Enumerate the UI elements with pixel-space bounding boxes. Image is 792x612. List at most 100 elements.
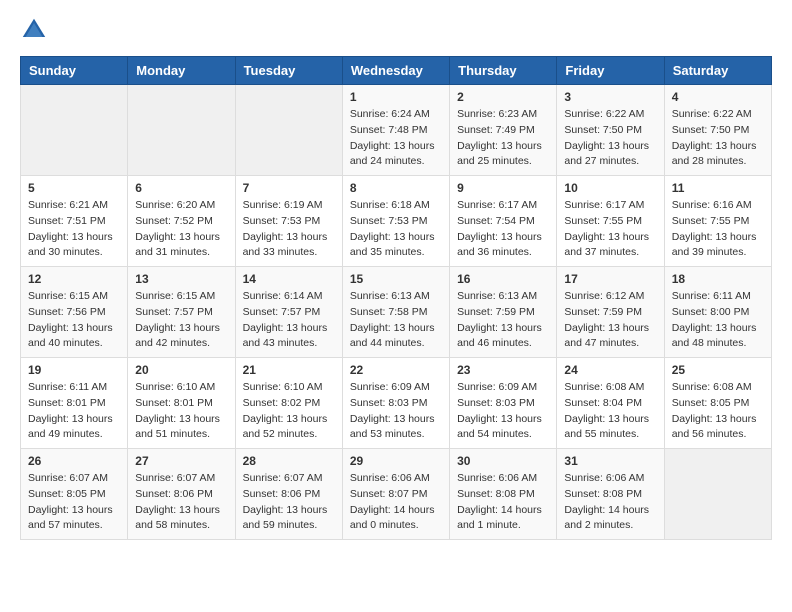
calendar-cell: 22 Sunrise: 6:09 AMSunset: 8:03 PMDayligh…: [342, 358, 449, 449]
day-number: 11: [672, 181, 764, 195]
day-number: 23: [457, 363, 549, 377]
day-number: 2: [457, 90, 549, 104]
calendar-cell: 16 Sunrise: 6:13 AMSunset: 7:59 PMDayligh…: [450, 267, 557, 358]
calendar-cell: 27 Sunrise: 6:07 AMSunset: 8:06 PMDayligh…: [128, 449, 235, 540]
day-info: Sunrise: 6:13 AMSunset: 7:58 PMDaylight:…: [350, 289, 442, 352]
page-header: [20, 16, 772, 44]
day-info: Sunrise: 6:07 AMSunset: 8:05 PMDaylight:…: [28, 471, 120, 534]
day-info: Sunrise: 6:10 AMSunset: 8:02 PMDaylight:…: [243, 380, 335, 443]
day-info: Sunrise: 6:12 AMSunset: 7:59 PMDaylight:…: [564, 289, 656, 352]
day-info: Sunrise: 6:09 AMSunset: 8:03 PMDaylight:…: [457, 380, 549, 443]
day-info: Sunrise: 6:10 AMSunset: 8:01 PMDaylight:…: [135, 380, 227, 443]
day-info: Sunrise: 6:06 AMSunset: 8:07 PMDaylight:…: [350, 471, 442, 534]
day-info: Sunrise: 6:16 AMSunset: 7:55 PMDaylight:…: [672, 198, 764, 261]
day-info: Sunrise: 6:07 AMSunset: 8:06 PMDaylight:…: [135, 471, 227, 534]
day-number: 18: [672, 272, 764, 286]
calendar-body: 1Sunrise: 6:24 AMSunset: 7:48 PMDaylight…: [21, 85, 772, 540]
calendar-cell: 10 Sunrise: 6:17 AMSunset: 7:55 PMDayligh…: [557, 176, 664, 267]
day-number: 25: [672, 363, 764, 377]
header-tuesday: Tuesday: [235, 57, 342, 85]
day-info: Sunrise: 6:17 AMSunset: 7:54 PMDaylight:…: [457, 198, 549, 261]
calendar-header: SundayMondayTuesdayWednesdayThursdayFrid…: [21, 57, 772, 85]
day-number: 26: [28, 454, 120, 468]
header-row: SundayMondayTuesdayWednesdayThursdayFrid…: [21, 57, 772, 85]
day-number: 9: [457, 181, 549, 195]
day-info: Sunrise: 6:08 AMSunset: 8:05 PMDaylight:…: [672, 380, 764, 443]
calendar-cell: [128, 85, 235, 176]
day-info: Sunrise: 6:07 AMSunset: 8:06 PMDaylight:…: [243, 471, 335, 534]
day-number: 13: [135, 272, 227, 286]
logo-icon: [20, 16, 48, 44]
day-number: 28: [243, 454, 335, 468]
day-number: 20: [135, 363, 227, 377]
day-info: Sunrise: 6:11 AMSunset: 8:01 PMDaylight:…: [28, 380, 120, 443]
day-info: Sunrise: 6:14 AMSunset: 7:57 PMDaylight:…: [243, 289, 335, 352]
day-info: Sunrise: 6:11 AMSunset: 8:00 PMDaylight:…: [672, 289, 764, 352]
day-number: 7: [243, 181, 335, 195]
day-number: 27: [135, 454, 227, 468]
day-info: Sunrise: 6:18 AMSunset: 7:53 PMDaylight:…: [350, 198, 442, 261]
calendar-cell: 21 Sunrise: 6:10 AMSunset: 8:02 PMDayligh…: [235, 358, 342, 449]
day-info: Sunrise: 6:20 AMSunset: 7:52 PMDaylight:…: [135, 198, 227, 261]
header-sunday: Sunday: [21, 57, 128, 85]
day-number: 4: [672, 90, 764, 104]
day-info: Sunrise: 6:21 AMSunset: 7:51 PMDaylight:…: [28, 198, 120, 261]
calendar-cell: 30 Sunrise: 6:06 AMSunset: 8:08 PMDayligh…: [450, 449, 557, 540]
day-info: Sunrise: 6:06 AMSunset: 8:08 PMDaylight:…: [564, 471, 656, 534]
week-row-3: 19 Sunrise: 6:11 AMSunset: 8:01 PMDayligh…: [21, 358, 772, 449]
day-info: Sunrise: 6:06 AMSunset: 8:08 PMDaylight:…: [457, 471, 549, 534]
day-number: 12: [28, 272, 120, 286]
header-monday: Monday: [128, 57, 235, 85]
day-number: 19: [28, 363, 120, 377]
day-number: 8: [350, 181, 442, 195]
calendar-cell: 28 Sunrise: 6:07 AMSunset: 8:06 PMDayligh…: [235, 449, 342, 540]
day-info: Sunrise: 6:19 AMSunset: 7:53 PMDaylight:…: [243, 198, 335, 261]
day-info: Sunrise: 6:22 AMSunset: 7:50 PMDaylight:…: [672, 107, 764, 170]
calendar-cell: 9 Sunrise: 6:17 AMSunset: 7:54 PMDaylight…: [450, 176, 557, 267]
day-number: 5: [28, 181, 120, 195]
week-row-0: 1Sunrise: 6:24 AMSunset: 7:48 PMDaylight…: [21, 85, 772, 176]
calendar-cell: 15 Sunrise: 6:13 AMSunset: 7:58 PMDayligh…: [342, 267, 449, 358]
calendar-cell: 8 Sunrise: 6:18 AMSunset: 7:53 PMDaylight…: [342, 176, 449, 267]
calendar-table: SundayMondayTuesdayWednesdayThursdayFrid…: [20, 56, 772, 540]
calendar-cell: 29 Sunrise: 6:06 AMSunset: 8:07 PMDayligh…: [342, 449, 449, 540]
calendar-cell: 5 Sunrise: 6:21 AMSunset: 7:51 PMDaylight…: [21, 176, 128, 267]
header-thursday: Thursday: [450, 57, 557, 85]
day-info: Sunrise: 6:13 AMSunset: 7:59 PMDaylight:…: [457, 289, 549, 352]
calendar-cell: 24 Sunrise: 6:08 AMSunset: 8:04 PMDayligh…: [557, 358, 664, 449]
day-info: Sunrise: 6:08 AMSunset: 8:04 PMDaylight:…: [564, 380, 656, 443]
week-row-1: 5 Sunrise: 6:21 AMSunset: 7:51 PMDaylight…: [21, 176, 772, 267]
calendar-cell: 1Sunrise: 6:24 AMSunset: 7:48 PMDaylight…: [342, 85, 449, 176]
calendar-cell: 19 Sunrise: 6:11 AMSunset: 8:01 PMDayligh…: [21, 358, 128, 449]
day-info: Sunrise: 6:15 AMSunset: 7:56 PMDaylight:…: [28, 289, 120, 352]
day-number: 24: [564, 363, 656, 377]
header-wednesday: Wednesday: [342, 57, 449, 85]
week-row-4: 26 Sunrise: 6:07 AMSunset: 8:05 PMDayligh…: [21, 449, 772, 540]
day-number: 17: [564, 272, 656, 286]
day-info: Sunrise: 6:17 AMSunset: 7:55 PMDaylight:…: [564, 198, 656, 261]
week-row-2: 12 Sunrise: 6:15 AMSunset: 7:56 PMDayligh…: [21, 267, 772, 358]
day-number: 10: [564, 181, 656, 195]
day-number: 1: [350, 90, 442, 104]
day-number: 22: [350, 363, 442, 377]
day-number: 15: [350, 272, 442, 286]
day-number: 16: [457, 272, 549, 286]
calendar-cell: 17 Sunrise: 6:12 AMSunset: 7:59 PMDayligh…: [557, 267, 664, 358]
day-number: 29: [350, 454, 442, 468]
calendar-cell: 13 Sunrise: 6:15 AMSunset: 7:57 PMDayligh…: [128, 267, 235, 358]
logo: [20, 16, 52, 44]
calendar-cell: 26 Sunrise: 6:07 AMSunset: 8:05 PMDayligh…: [21, 449, 128, 540]
calendar-cell: 2Sunrise: 6:23 AMSunset: 7:49 PMDaylight…: [450, 85, 557, 176]
day-number: 30: [457, 454, 549, 468]
calendar-cell: 18 Sunrise: 6:11 AMSunset: 8:00 PMDayligh…: [664, 267, 771, 358]
calendar-cell: [21, 85, 128, 176]
calendar-cell: 20 Sunrise: 6:10 AMSunset: 8:01 PMDayligh…: [128, 358, 235, 449]
day-number: 31: [564, 454, 656, 468]
day-info: Sunrise: 6:15 AMSunset: 7:57 PMDaylight:…: [135, 289, 227, 352]
calendar-cell: 4 Sunrise: 6:22 AMSunset: 7:50 PMDaylight…: [664, 85, 771, 176]
calendar-cell: [664, 449, 771, 540]
header-saturday: Saturday: [664, 57, 771, 85]
day-number: 21: [243, 363, 335, 377]
day-number: 14: [243, 272, 335, 286]
day-info: Sunrise: 6:09 AMSunset: 8:03 PMDaylight:…: [350, 380, 442, 443]
